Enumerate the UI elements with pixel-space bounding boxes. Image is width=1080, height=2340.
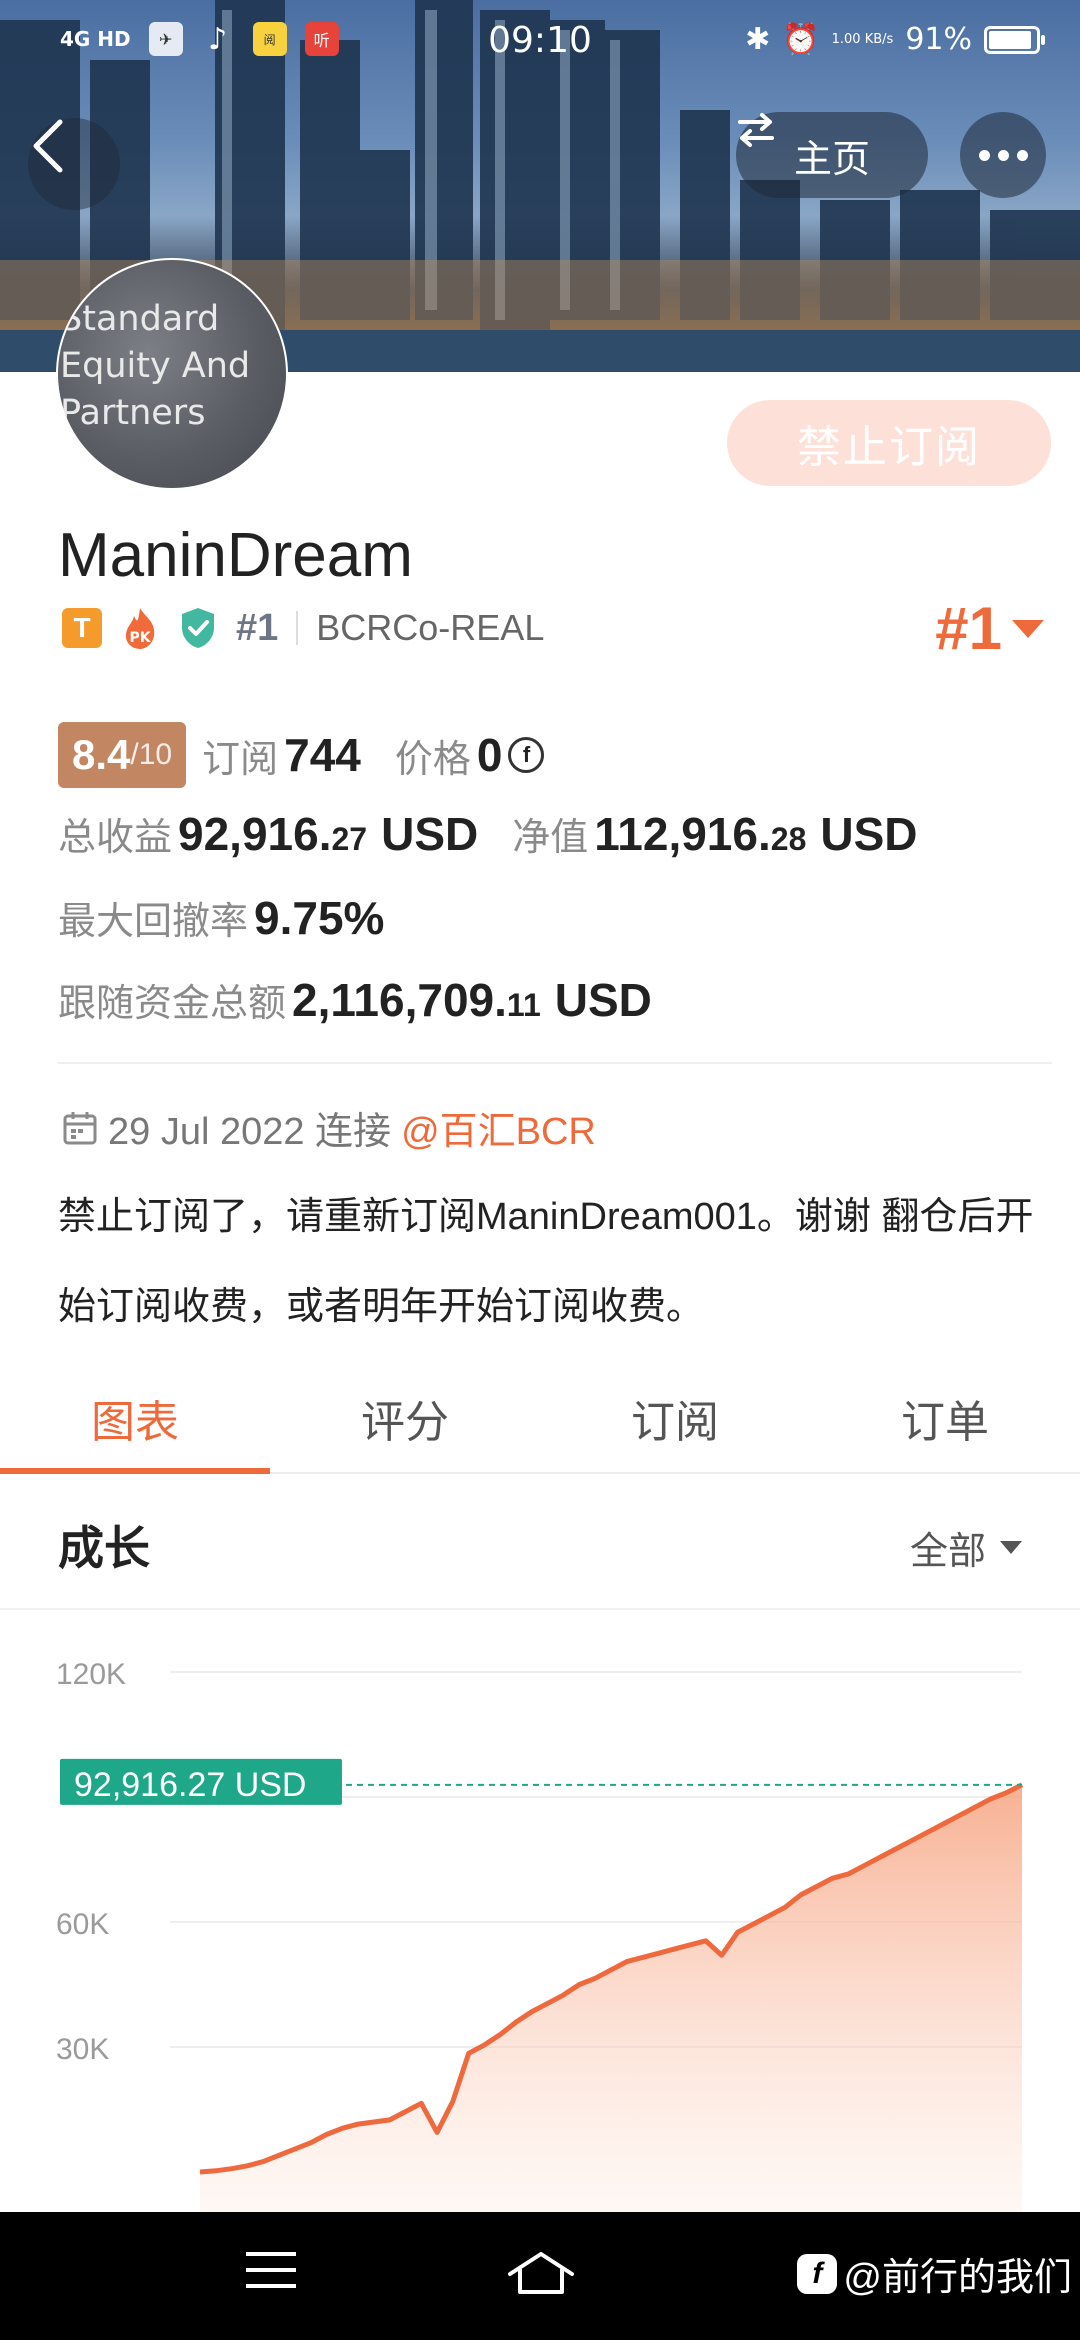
stats-row-2: 总收益 92,916.27 USD 净值 112,916.28 USD [58,806,917,861]
drawdown-value: 9.75% [254,892,385,944]
range-filter-dropdown[interactable]: 全部 [910,1520,1022,1575]
back-button[interactable] [28,118,120,210]
follow-funds-label: 跟随资金总额 [58,983,287,1025]
verified-shield-icon[interactable] [178,606,218,650]
follow-funds-unit: USD [554,974,652,1026]
profile-badges: T PK #1 BCRCo-REAL [62,606,544,650]
account-name: BCRCo-REAL [316,607,545,648]
filter-label: 全部 [909,1531,986,1573]
stats-row-3: 最大回撤率 9.75% [58,890,384,945]
bluetooth-icon: ✱ [745,22,771,57]
pk-flame-icon[interactable]: PK [120,606,160,650]
y-tick-label: 120K [56,1658,126,1691]
watermark: f @前行的我们 [797,2246,1072,2301]
price-value: 0 [476,729,503,781]
system-nav-bar: f @前行的我们 [0,2212,1080,2340]
growth-chart: 120K 60K 30K 92,916.27 USD [0,1612,1080,2212]
battery-icon [984,25,1045,54]
trader-badge-icon[interactable]: T [62,608,102,648]
rank-big-label: #1 [935,595,1002,662]
status-bar: 4G HD ✈ ♪ 阅 听 09:10 ✱ ⏰ 1.00 KB/s 91% [0,0,1080,84]
rank-dropdown[interactable]: #1 [935,594,1044,663]
svg-text:PK: PK [129,630,151,646]
battery-level [989,30,1031,49]
tab-rating[interactable]: 评分 [270,1372,540,1472]
caret-down-icon [1012,619,1044,638]
growth-chart-svg: 120K 60K 30K 92,916.27 USD [56,1658,1024,2212]
net-value: 112,916.28 [594,808,807,860]
home-icon[interactable] [506,2248,576,2298]
total-profit-value: 92,916.27 [178,808,368,860]
total-profit-label: 总收益 [58,817,173,859]
alarm-icon: ⏰ [782,22,820,57]
stats-row-4: 跟随资金总额 2,116,709.11 USD [58,972,652,1027]
home-switch-button[interactable]: 主页 [736,112,928,198]
tab-chart[interactable]: 图表 [0,1372,270,1474]
caret-down-icon [1000,1541,1022,1554]
post-date: 29 Jul 2022 连接 [108,1111,392,1153]
stats-row-1: 8.4/10 订阅 744 价格 0 f [58,722,545,788]
subscribe-count: 744 [284,729,361,781]
chevron-left-icon [33,119,63,173]
score-max: /10 [130,738,173,771]
net-value-unit: USD [820,808,918,860]
swap-arrows-icon [738,113,774,147]
coin-icon: f [508,737,545,773]
battery-percent: 91% [905,22,972,57]
avatar-text: Standard Equity And Partners [60,299,251,433]
tab-bar: 图表 评分 订阅 订单 [0,1372,1080,1474]
divider [296,611,299,645]
post-mention-link[interactable]: @百汇BCR [401,1100,596,1155]
price-label: 价格 [394,738,471,781]
more-options-button[interactable] [960,112,1046,198]
profile-name: ManinDream [58,521,413,590]
calendar-icon [63,1111,97,1144]
subscribe-count-label: 订阅 [202,738,279,781]
total-profit-unit: USD [381,808,479,860]
y-tick-label: 60K [56,1908,109,1941]
net-value-label: 净值 [512,817,589,859]
divider [58,1062,1052,1064]
watermark-logo-icon: f [797,2253,838,2294]
tab-orders[interactable]: 订单 [810,1372,1080,1472]
score-badge: 8.4/10 [58,722,187,788]
home-label: 主页 [793,138,870,181]
current-value-label: 92,916.27 USD [74,1766,307,1804]
tab-subscription[interactable]: 订阅 [540,1372,810,1472]
growth-section-header: 成长 全部 [0,1476,1080,1610]
menu-icon[interactable] [246,2252,296,2300]
dot-icon [978,149,990,161]
watermark-text: @前行的我们 [843,2257,1072,2299]
y-tick-label: 30K [56,2033,109,2066]
avatar[interactable]: Standard Equity And Partners [56,258,288,490]
follow-funds-value: 2,116,709.11 [292,974,541,1026]
current-value-tag: 92,916.27 USD [60,1758,342,1805]
post-text: 禁止订阅了，请重新订阅ManinDream001。谢谢 翻仓后开始订阅收费，或者… [58,1196,1034,1328]
rank-small: #1 [236,606,279,649]
post-meta: 29 Jul 2022 连接 @百汇BCR [62,1100,596,1155]
network-speed: 1.00 KB/s [831,31,894,47]
subscribe-button[interactable]: 禁止订阅 [727,400,1051,486]
section-title: 成长 [58,1522,150,1574]
drawdown-label: 最大回撤率 [58,901,249,943]
dot-icon [1016,149,1028,161]
dot-icon [997,149,1009,161]
score-value: 8.4 [72,731,131,778]
